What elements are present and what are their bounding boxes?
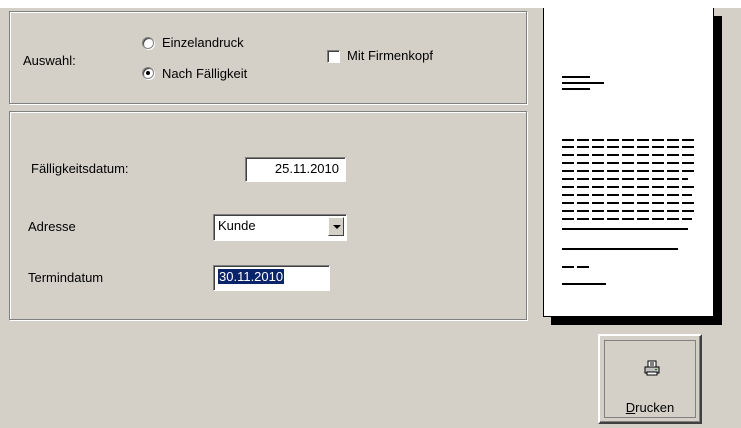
- selection-label: Auswahl:: [23, 53, 76, 68]
- due-date-label: Fälligkeitsdatum:: [31, 161, 129, 176]
- top-strip: [0, 0, 741, 8]
- preview-line: [562, 186, 696, 188]
- appointment-date-value: 30.11.2010: [218, 269, 285, 284]
- chevron-down-icon: [333, 225, 341, 229]
- preview-line: [562, 202, 696, 204]
- address-dropdown[interactable]: Kunde: [213, 214, 347, 241]
- preview-line: [562, 248, 678, 250]
- preview-line: [562, 88, 590, 90]
- print-button-mnemonic: D: [625, 400, 636, 415]
- radio-nach-faelligkeit-label[interactable]: Nach Fälligkeit: [162, 66, 247, 81]
- appointment-label: Termindatum: [28, 270, 104, 285]
- print-button-label: Drucken: [600, 400, 700, 415]
- preview-line: [562, 283, 606, 285]
- preview-line: [562, 139, 696, 141]
- preview-line: [562, 194, 692, 196]
- printer-icon: [644, 360, 660, 376]
- address-dropdown-value: Kunde: [218, 218, 256, 233]
- dropdown-arrow-button[interactable]: [328, 217, 344, 236]
- radio-einzelandruck[interactable]: [142, 37, 154, 49]
- letterhead-label[interactable]: Mit Firmenkopf: [347, 48, 433, 63]
- radio-nach-faelligkeit[interactable]: [142, 67, 154, 79]
- preview-line: [562, 178, 688, 180]
- preview-line: [562, 228, 688, 230]
- preview-line: [562, 266, 592, 268]
- appointment-date-field[interactable]: 30.11.2010: [213, 265, 330, 291]
- letter-preview: [543, 8, 714, 317]
- preview-line: [562, 154, 696, 156]
- due-date-field[interactable]: 25.11.2010: [245, 157, 346, 182]
- letterhead-checkbox[interactable]: [327, 50, 340, 63]
- preview-line: [562, 146, 696, 148]
- preview-line: [562, 210, 696, 212]
- radio-selected-dot: [146, 71, 150, 75]
- preview-line: [562, 76, 590, 78]
- address-label: Adresse: [28, 219, 76, 234]
- preview-line: [562, 162, 696, 164]
- selection-group: [9, 11, 527, 104]
- print-button-label-rest: rucken: [635, 400, 675, 415]
- preview-line: [562, 218, 692, 220]
- preview-line: [562, 82, 604, 84]
- print-button[interactable]: Drucken: [598, 334, 702, 424]
- preview-line: [562, 170, 696, 172]
- radio-einzelandruck-label[interactable]: Einzelandruck: [162, 35, 244, 50]
